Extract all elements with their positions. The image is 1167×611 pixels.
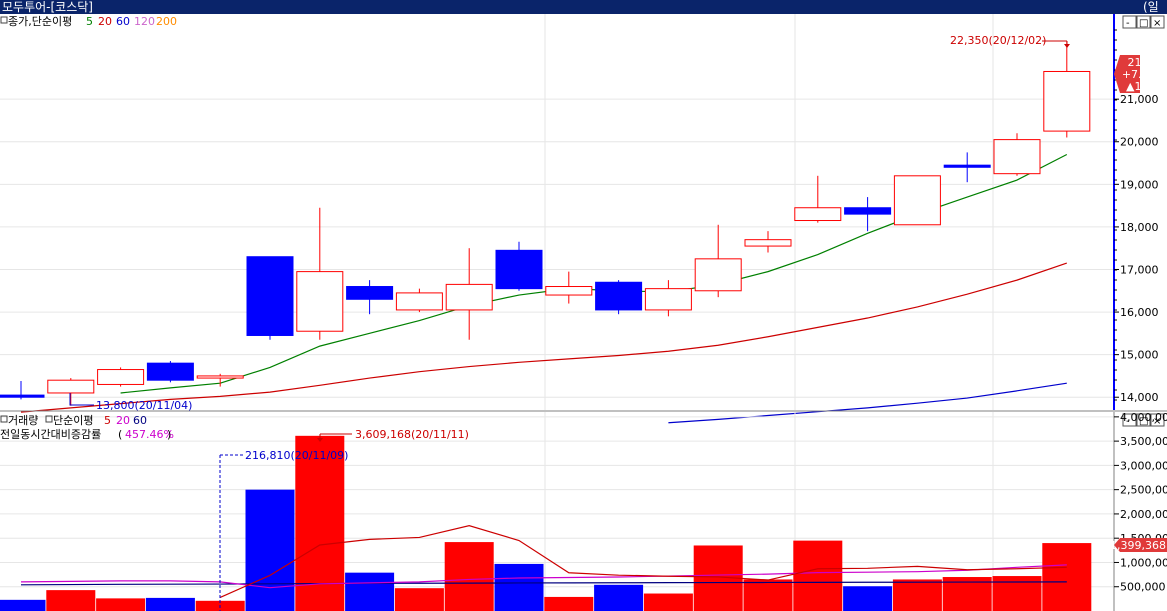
volume-bar [992,576,1042,611]
low-annotation: 13,800(20/11/04) [96,399,192,412]
candle-down [146,362,194,381]
price-tick-label: 18,000 [1120,221,1159,234]
volume-bar [1042,543,1092,611]
candle-down [844,207,892,215]
current-volume-tag: 1,399,368 [1110,538,1167,552]
high-annotation: 22,350(20/12/02) [950,34,1046,47]
volume-panel[interactable] [0,412,1114,611]
price-tick-label: 20,000 [1120,136,1159,149]
volume-tick-label: 1,000,000 [1120,556,1167,569]
price-tick-label: 19,000 [1120,178,1159,191]
volume-bar [793,540,843,611]
candle-up [694,258,742,292]
window-title: 모두투어-[코스닥] [2,0,93,14]
price-panel[interactable] [0,14,1114,424]
current-volume: 1,399,368 [1110,539,1166,552]
volume-ratio-label: 전일동시간대비증감률 [0,427,101,441]
volume-bar [0,599,46,611]
current-price-tag: 21,650 +7.98% ▲1,600 [1114,55,1166,93]
volume-legend-ma5: 5 [104,414,111,427]
stock-chart-window[interactable]: 모두투어-[코스닥] (일 종가,단순이평 5 20 60 120 200 - … [0,0,1167,611]
volume-tick-label: 3,500,000 [1120,435,1167,448]
max-volume-annotation: 3,609,168(20/11/11) [355,428,469,441]
candle-up [97,369,145,385]
candle-down [246,256,294,336]
volume-bar [743,579,793,611]
candle-up [296,271,344,332]
change-amount: ▲1,600 [1126,80,1166,93]
volume-ratio-open: ( [118,428,122,441]
minimize-icon: - [1126,18,1130,29]
volume-ma-label: 단순이평 [53,414,93,427]
candle-up [644,288,692,311]
volume-bar [46,590,96,611]
price-tick-label: 15,000 [1120,349,1159,362]
ref-volume-annotation: 216,810(20/11/09) [245,449,348,462]
volume-bar [892,579,942,611]
maximize-icon: □ [1139,18,1148,29]
volume-bar [444,542,494,611]
candle-down [595,281,643,311]
candle-down [943,164,991,168]
volume-bar [394,588,444,611]
legend-ma5: 5 [86,15,93,28]
legend-ma200: 200 [156,15,177,28]
candle-down [346,286,394,300]
volume-tick-label: 3,000,000 [1120,459,1167,472]
volume-legend-label: 거래량 [8,414,38,427]
high-arrow-icon [1064,44,1070,48]
period-label[interactable]: (일 [1143,0,1159,14]
volume-ratio-close: ) [167,428,171,441]
candle-up [1043,70,1091,132]
volume-bar [245,489,295,611]
price-legend-label: 종가,단순이평 [8,15,72,28]
price-tick-label: 21,000 [1120,93,1159,106]
legend-ma20: 20 [98,15,112,28]
volume-bar [643,593,693,611]
volume-bar [843,586,893,611]
legend-ma60: 60 [116,15,130,28]
volume-bar [594,584,644,611]
volume-legend-ma60: 60 [133,414,147,427]
volume-bar [96,598,146,611]
volume-axis: 500,0001,000,0001,500,0002,000,0002,500,… [1114,411,1167,594]
volume-bar [494,563,544,611]
candle-up [545,286,593,296]
volume-tick-label: 4,000,000 [1120,411,1167,424]
price-panel-buttons[interactable]: - □ × [1122,15,1165,29]
volume-bar [145,597,195,611]
legend-collapse-icon[interactable] [0,16,8,24]
price-tick-label: 17,000 [1120,263,1159,276]
candle-down [495,249,543,290]
low-annotation-line [69,393,94,406]
candle-up [993,139,1041,175]
volume-tick-label: 500,000 [1120,581,1166,594]
candle-up [893,175,941,226]
price-grid [0,14,1114,410]
volume-legend-ma20: 20 [116,414,130,427]
candle-up [445,283,493,311]
candle-up [47,379,95,394]
title-bar [0,0,1167,14]
candle-up [196,375,244,379]
price-tick-label: 16,000 [1120,306,1159,319]
price-ma20-line [20,262,1067,413]
candle-up [744,239,792,247]
candle-up [794,207,842,222]
legend-ma120: 120 [134,15,155,28]
close-icon: × [1153,18,1161,29]
candle-up [395,292,443,311]
volume-tick-label: 2,000,000 [1120,508,1167,521]
volume-bar [345,572,395,611]
price-tick-label: 14,000 [1120,391,1159,404]
candle-down [0,394,45,398]
volume-bar [544,596,594,611]
volume-tick-label: 2,500,000 [1120,484,1167,497]
